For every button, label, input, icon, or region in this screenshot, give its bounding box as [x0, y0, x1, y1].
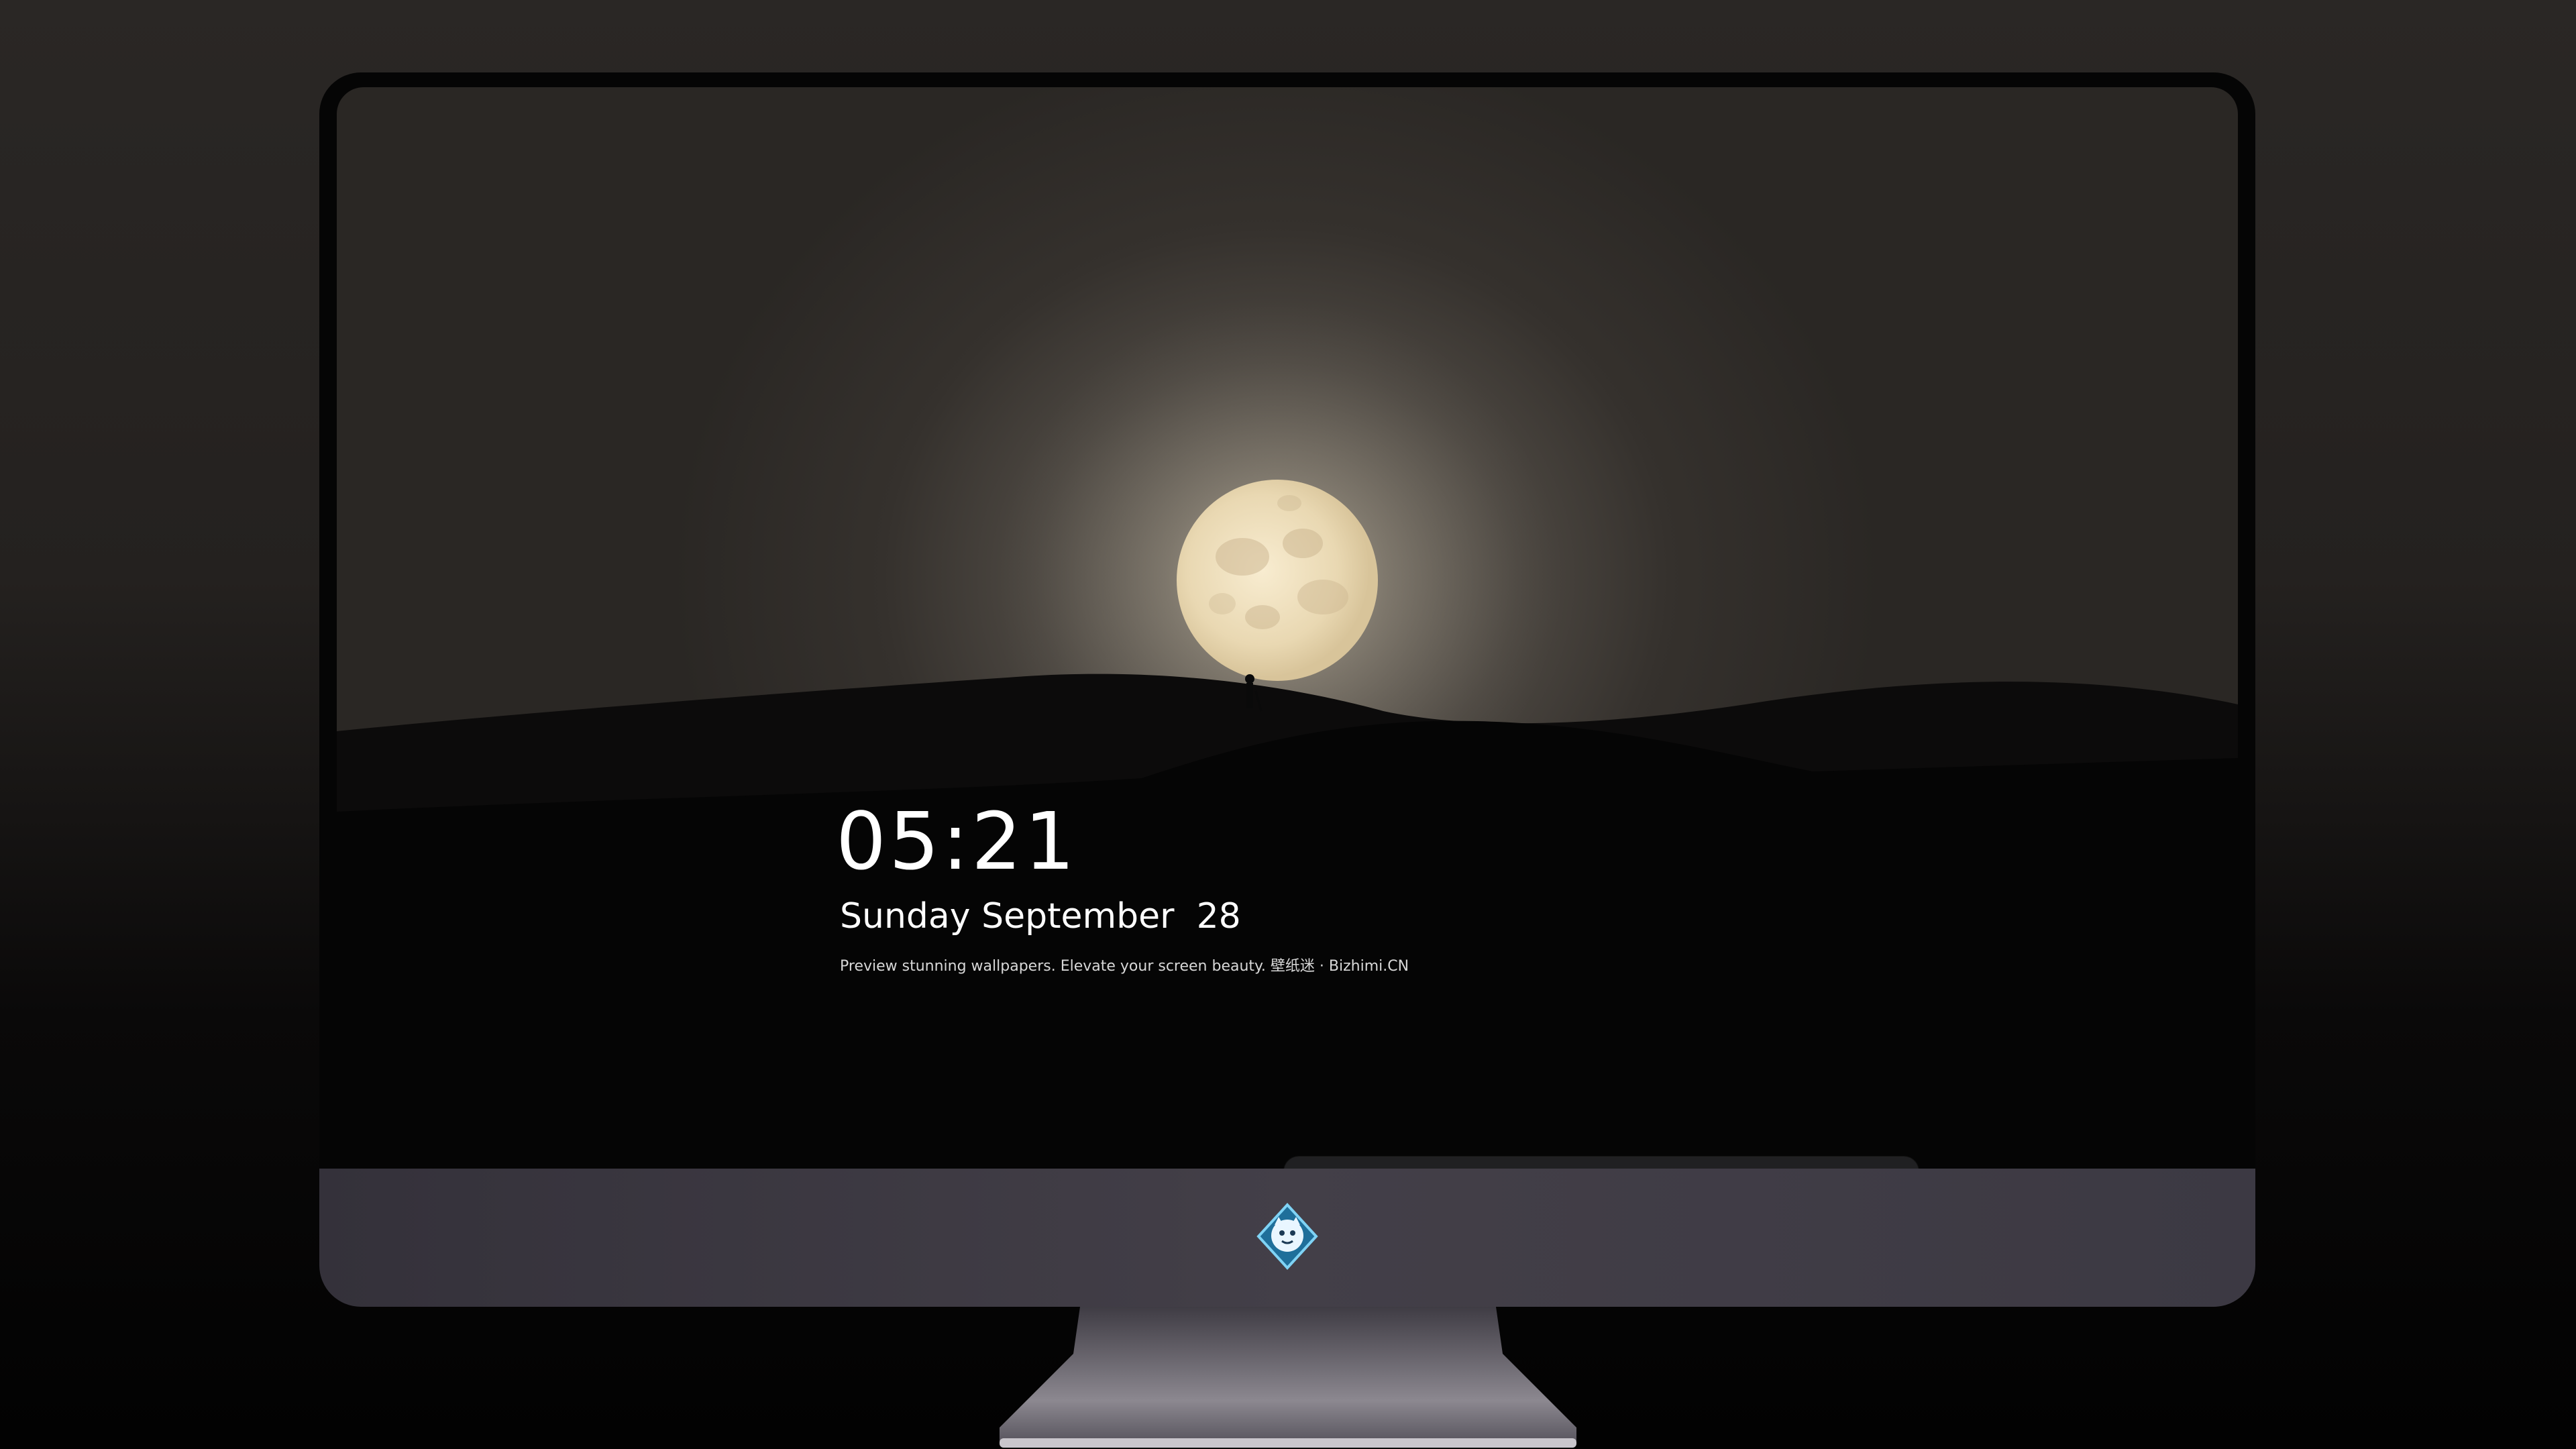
lock-clock: 05:21	[836, 795, 1078, 888]
desktop-screen: 05:21 Sunday September 28 Preview stunni…	[337, 87, 2238, 1241]
wallpaper-caption: Preview stunning wallpapers. Elevate you…	[840, 958, 1409, 975]
monitor-bezel: 05:21 Sunday September 28 Preview stunni…	[319, 72, 2255, 1307]
moon	[1177, 480, 1378, 681]
wallpaper-landscape	[337, 299, 2238, 1241]
lock-date: Sunday September 28	[840, 896, 1241, 936]
brand-logo	[1256, 1203, 1318, 1270]
monitor-stand	[1000, 1307, 1576, 1448]
